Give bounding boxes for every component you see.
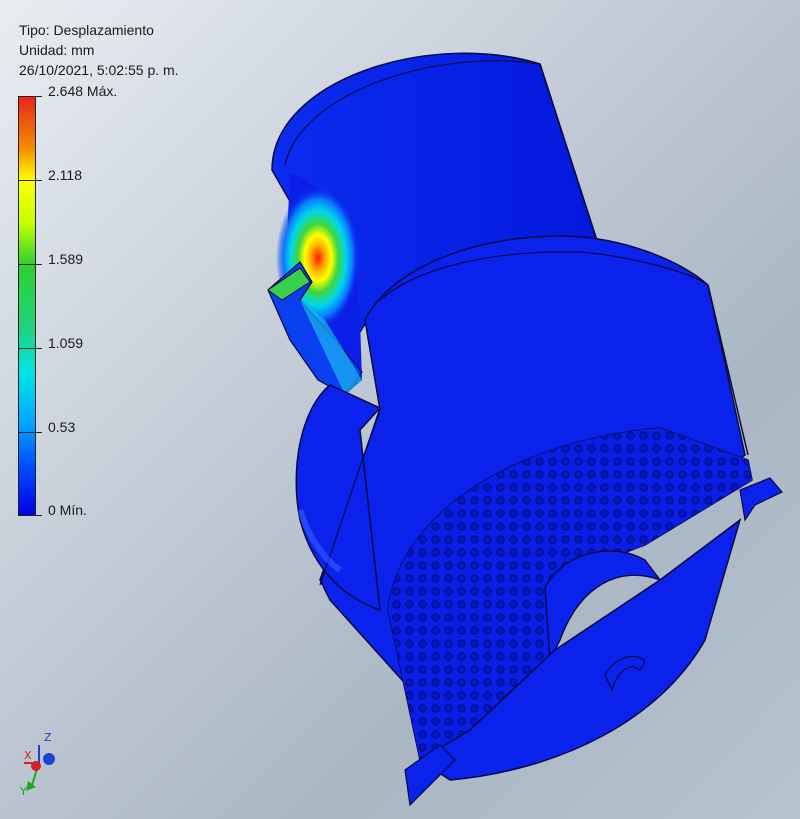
fea-model[interactable] — [0, 0, 800, 819]
view-triad[interactable]: Z X Y — [14, 731, 64, 800]
triad-z-label: Z — [44, 731, 52, 744]
analysis-viewport[interactable]: Tipo: Desplazamiento Unidad: mm 26/10/20… — [0, 0, 800, 819]
triad-y-label: Y — [20, 785, 27, 798]
triad-x-label: X — [24, 749, 32, 762]
lower-cylinder — [295, 384, 382, 612]
